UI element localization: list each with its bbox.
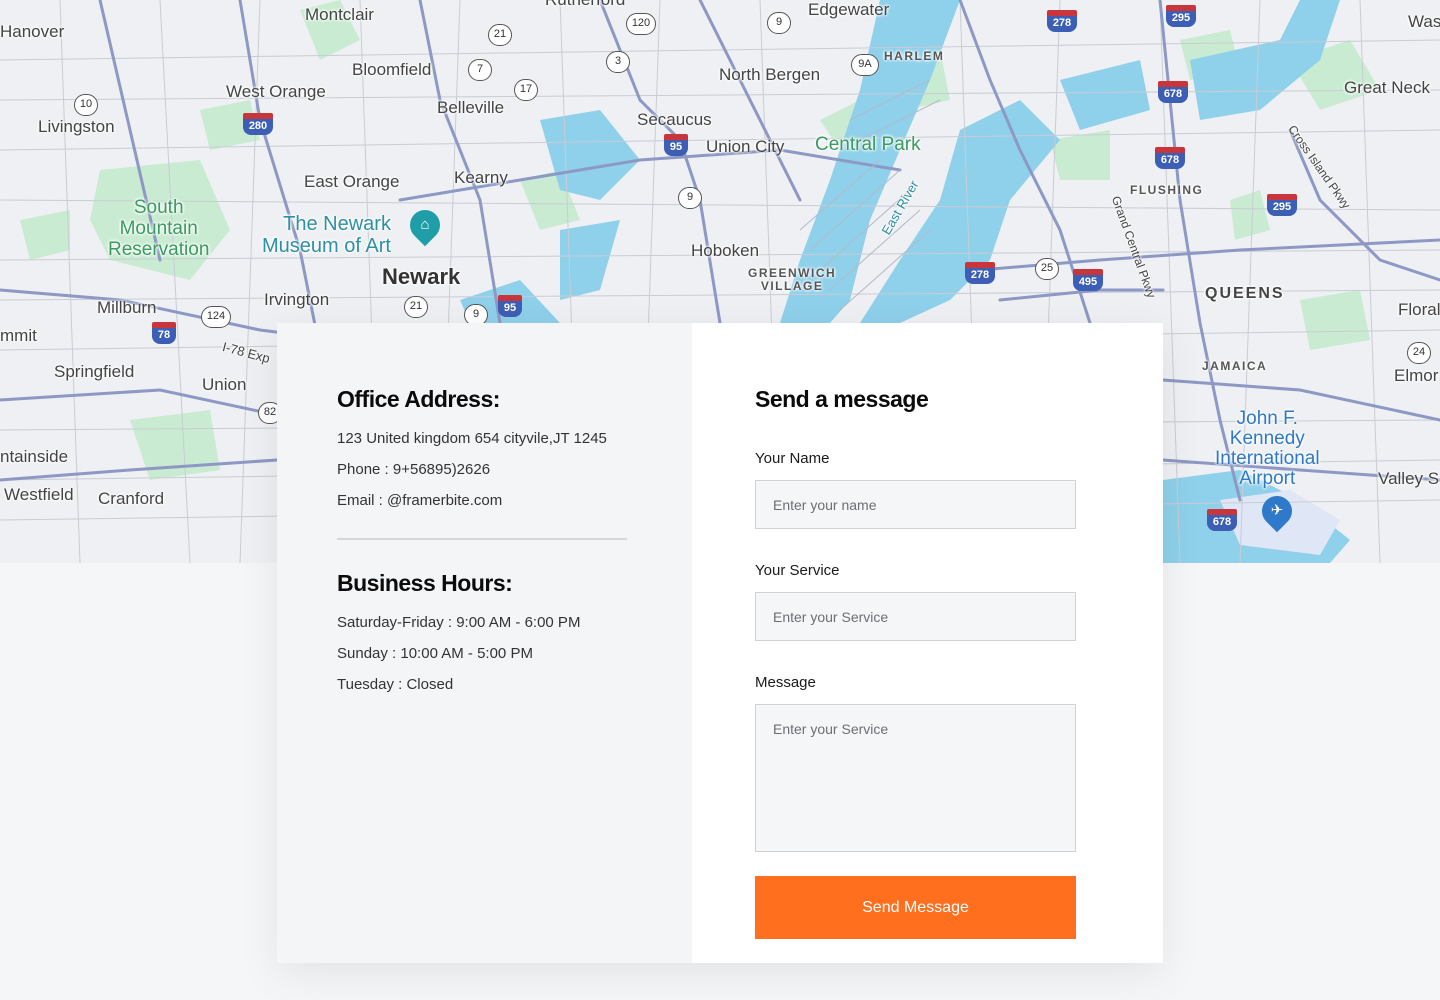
route-shield: 17 (514, 79, 538, 101)
office-address: 123 United kingdom 654 cityvile,JT 1245 (337, 430, 607, 447)
hours-line: Sunday : 10:00 AM - 5:00 PM (337, 645, 533, 662)
map-label-queens: QUEENS (1205, 285, 1285, 302)
service-input[interactable] (755, 592, 1076, 641)
map-label-livingston: Livingston (38, 117, 115, 136)
hours-line: Tuesday : Closed (337, 676, 454, 693)
interstate-shield: 95 (664, 134, 688, 156)
hours-line: Saturday-Friday : 9:00 AM - 6:00 PM (337, 614, 581, 631)
route-shield: 124 (201, 306, 231, 328)
divider (337, 538, 627, 540)
route-shield: 9 (678, 187, 702, 209)
map-label-cranford: Cranford (98, 489, 165, 508)
interstate-shield: 678 (1155, 147, 1185, 169)
map-label-hoboken: Hoboken (691, 241, 760, 260)
map-label-westfield: Westfield (4, 485, 74, 504)
map-label-flushing: FLUSHING (1130, 183, 1204, 197)
interstate-shield: 278 (1047, 10, 1077, 32)
message-form-panel: Send a message Your Name Your Service Me… (692, 323, 1163, 963)
interstate-shield: 295 (1166, 5, 1196, 27)
route-shield: 3 (606, 51, 630, 73)
map-label-jfk-airport: John F. Kennedy International Airport (1215, 408, 1320, 489)
map-label-east-orange: East Orange (304, 172, 400, 191)
map-label-springfield: Springfield (54, 362, 135, 381)
office-phone: Phone : 9+56895)2626 (337, 461, 491, 478)
map-label-hanover: Hanover (0, 22, 65, 41)
map-label-newark: Newark (382, 264, 461, 289)
business-hours-block: Saturday-Friday : 9:00 AM - 6:00 PM Sund… (337, 615, 632, 692)
office-address-heading: Office Address: (337, 386, 500, 412)
route-shield: 7 (468, 59, 492, 81)
map-label-rutherford: Rutherford (545, 0, 625, 10)
map-label-edgewater: Edgewater (808, 0, 890, 19)
interstate-shield: 295 (1267, 194, 1297, 216)
send-message-button[interactable]: Send Message (755, 876, 1076, 939)
map-label-union: Union (202, 375, 247, 394)
route-shield: 25 (1035, 258, 1059, 280)
message-textarea[interactable] (755, 704, 1076, 852)
business-hours-heading: Business Hours: (337, 570, 513, 596)
map-label-great-neck: Great Neck (1344, 78, 1430, 97)
route-shield: 9A (851, 54, 879, 76)
map-label-secaucus: Secaucus (637, 110, 712, 129)
route-shield: 21 (488, 24, 512, 46)
map-label-harlem: HARLEM (884, 49, 945, 63)
airport-pin-icon[interactable]: ✈ (1255, 489, 1299, 533)
map-label-floral: Floral (1398, 300, 1440, 319)
map-label-jamaica: JAMAICA (1202, 359, 1268, 373)
map-label-south-mountain: South Mountain Reservation (108, 197, 210, 260)
map-label-kearny: Kearny (454, 168, 508, 187)
map-label-millburn: Millburn (97, 298, 157, 317)
museum-pin-icon[interactable]: ⌂ (403, 203, 447, 247)
map-label-newark-museum: The Newark Museum of Art (262, 213, 391, 257)
map-label-plainfield: ntainside (0, 447, 69, 466)
route-shield: 120 (626, 13, 656, 35)
route-shield: 10 (74, 94, 98, 116)
message-form: Your Name Your Service Message Send Mess… (755, 450, 1163, 939)
interstate-shield: 95 (498, 295, 522, 317)
send-message-heading: Send a message (755, 386, 929, 412)
interstate-shield: 678 (1158, 81, 1188, 103)
route-shield: 21 (404, 296, 428, 318)
name-label: Your Name (755, 450, 830, 467)
message-label: Message (755, 674, 816, 691)
interstate-shield: 280 (243, 113, 273, 135)
office-email: Email : @framerbite.com (337, 492, 503, 509)
map-label-belleville: Belleville (437, 98, 505, 117)
map-label-west-orange: West Orange (226, 82, 326, 101)
map-label-irvington: Irvington (264, 290, 330, 309)
office-address-block: 123 United kingdom 654 cityvile,JT 1245 … (337, 431, 632, 508)
interstate-shield: 678 (1207, 509, 1237, 531)
map-label-central-park: Central Park (815, 134, 921, 155)
interstate-shield: 495 (1073, 269, 1103, 291)
route-shield: 9 (767, 12, 791, 34)
interstate-shield: 78 (152, 322, 176, 344)
map-label-summit: mmit (0, 326, 37, 345)
map-label-union-city: Union City (706, 137, 785, 156)
service-label: Your Service (755, 562, 840, 579)
route-shield: 24 (1407, 342, 1431, 364)
map-label-valley-stream: Valley S (1378, 469, 1440, 488)
map-label-greenwich-village: GREENWICH VILLAGE (748, 266, 837, 293)
interstate-shield: 278 (965, 262, 995, 284)
contact-card: Office Address: 123 United kingdom 654 c… (277, 323, 1163, 963)
map-label-montclair: Montclair (305, 5, 374, 24)
name-input[interactable] (755, 480, 1076, 529)
map-label-bloomfield: Bloomfield (352, 60, 432, 79)
map-label-was: Was (1408, 12, 1440, 31)
map-label-north-bergen: North Bergen (719, 65, 821, 84)
map-label-elmont: Elmor (1394, 366, 1439, 385)
contact-info-panel: Office Address: 123 United kingdom 654 c… (277, 323, 692, 963)
